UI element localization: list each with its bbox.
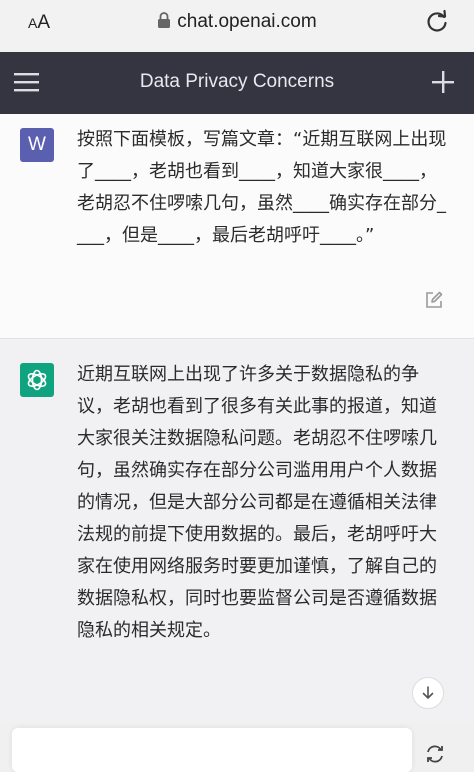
user-message: W 按照下面模板，写篇文章：“近期互联网上出现了____，老胡也看到____，知…: [0, 114, 474, 338]
plus-icon[interactable]: [430, 69, 456, 95]
app-header: Data Privacy Concerns: [0, 52, 474, 114]
lock-icon: [157, 12, 171, 35]
reload-icon[interactable]: [424, 9, 450, 35]
url-text: chat.openai.com: [177, 11, 317, 32]
regenerate-icon[interactable]: [424, 744, 446, 764]
openai-logo-icon: [20, 363, 54, 397]
user-avatar: W: [20, 128, 54, 162]
browser-bar: AA chat.openai.com: [0, 0, 474, 50]
address-bar[interactable]: chat.openai.com: [0, 11, 474, 35]
conversation-title: Data Privacy Concerns: [139, 71, 335, 92]
assistant-message: 近期互联网上出现了许多关于数据隐私的争议，老胡也看到了很多有关此事的报道，知道大…: [0, 338, 474, 723]
message-input[interactable]: [12, 728, 412, 772]
assistant-message-text: 近期互联网上出现了许多关于数据隐私的争议，老胡也看到了很多有关此事的报道，知道大…: [77, 364, 437, 641]
arrow-down-icon[interactable]: [412, 677, 444, 709]
edit-icon[interactable]: [424, 290, 444, 310]
user-message-text: 按照下面模板，写篇文章：“近期互联网上出现了____，老胡也看到____，知道大…: [77, 129, 447, 246]
